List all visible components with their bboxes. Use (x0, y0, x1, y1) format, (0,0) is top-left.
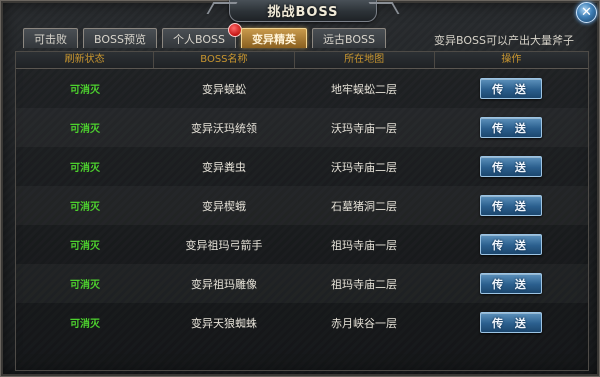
boss-challenge-window: 挑战BOSS ✕ 可击败 BOSS预览 个人BOSS 变异精英 远古BOSS 变… (0, 0, 600, 377)
teleport-button[interactable]: 传 送 (480, 78, 542, 99)
drop-hint-text: 变异BOSS可以产出大量斧子 (434, 34, 574, 47)
map-cell: 祖玛寺庙二层 (331, 277, 397, 291)
boss-name-cell: 变异楔蛾 (202, 199, 246, 213)
boss-name-cell: 变异蜈蚣 (202, 82, 246, 96)
table-row: 可消灭 变异祖玛雕像 祖玛寺庙二层 传 送 (16, 264, 588, 303)
table-header: 刷新状态 BOSS名称 所在地图 操作 (16, 52, 588, 69)
table-row: 可消灭 变异蜈蚣 地牢蜈蚣二层 传 送 (16, 69, 588, 108)
teleport-button[interactable]: 传 送 (480, 312, 542, 333)
map-cell: 赤月峡谷一层 (331, 316, 397, 330)
boss-name-cell: 变异祖玛弓箭手 (185, 238, 263, 252)
map-cell: 沃玛寺庙二层 (331, 160, 397, 174)
window-title-plate: 挑战BOSS (229, 0, 377, 22)
teleport-button[interactable]: 传 送 (480, 117, 542, 138)
map-cell: 祖玛寺庙一层 (331, 238, 397, 252)
table-row: 可消灭 变异楔蛾 石墓猪洞二层 传 送 (16, 186, 588, 225)
boss-name-cell: 变异沃玛统领 (191, 121, 257, 135)
notification-badge-icon (227, 23, 242, 37)
tab-label: 个人BOSS (172, 32, 225, 46)
table-row: 可消灭 变异沃玛统领 沃玛寺庙一层 传 送 (16, 108, 588, 147)
column-header-status: 刷新状态 (16, 52, 155, 68)
tab-personal-boss[interactable]: 个人BOSS (161, 23, 242, 48)
table-row: 可消灭 变异天狼蜘蛛 赤月峡谷一层 传 送 (16, 303, 588, 342)
teleport-button[interactable]: 传 送 (480, 234, 542, 255)
tab-boss-preview[interactable]: BOSS预览 (83, 28, 157, 48)
close-button[interactable]: ✕ (576, 2, 597, 23)
table-row: 可消灭 变异粪虫 沃玛寺庙二层 传 送 (16, 147, 588, 186)
tab-label: 可击败 (34, 32, 67, 46)
map-cell: 沃玛寺庙一层 (331, 121, 397, 135)
column-header-action: 操作 (501, 54, 522, 65)
status-cell: 可消灭 (70, 202, 100, 213)
table-row: 可消灭 变异祖玛弓箭手 祖玛寺庙一层 传 送 (16, 225, 588, 264)
tab-label: 变异精英 (251, 32, 296, 46)
boss-name-cell: 变异粪虫 (202, 160, 246, 174)
teleport-button[interactable]: 传 送 (480, 195, 542, 216)
close-icon: ✕ (581, 5, 592, 20)
tab-label: BOSS预览 (94, 32, 146, 46)
status-cell: 可消灭 (70, 280, 100, 291)
status-cell: 可消灭 (70, 163, 100, 174)
boss-table: 刷新状态 BOSS名称 所在地图 操作 可消灭 变异蜈蚣 地牢蜈蚣二层 传 送 … (15, 51, 589, 371)
boss-name-cell: 变异祖玛雕像 (191, 277, 257, 291)
teleport-button[interactable]: 传 送 (480, 156, 542, 177)
column-header-map: 所在地图 (295, 52, 435, 68)
boss-name-cell: 变异天狼蜘蛛 (191, 316, 257, 330)
tab-mutant-elite[interactable]: 变异精英 (240, 28, 307, 48)
status-cell: 可消灭 (70, 241, 100, 252)
window-title: 挑战BOSS (267, 4, 339, 20)
status-cell: 可消灭 (70, 85, 100, 96)
map-cell: 石墓猪洞二层 (331, 199, 397, 213)
teleport-button[interactable]: 传 送 (480, 273, 542, 294)
tab-label: 远古BOSS (322, 32, 375, 46)
status-cell: 可消灭 (70, 124, 100, 135)
tab-bar: 可击败 BOSS预览 个人BOSS 变异精英 远古BOSS (23, 23, 386, 50)
tab-ancient-boss[interactable]: 远古BOSS (311, 28, 386, 48)
status-cell: 可消灭 (70, 319, 100, 330)
tab-defeatable[interactable]: 可击败 (23, 28, 78, 48)
map-cell: 地牢蜈蚣二层 (331, 82, 397, 96)
column-header-name: BOSS名称 (154, 52, 295, 68)
